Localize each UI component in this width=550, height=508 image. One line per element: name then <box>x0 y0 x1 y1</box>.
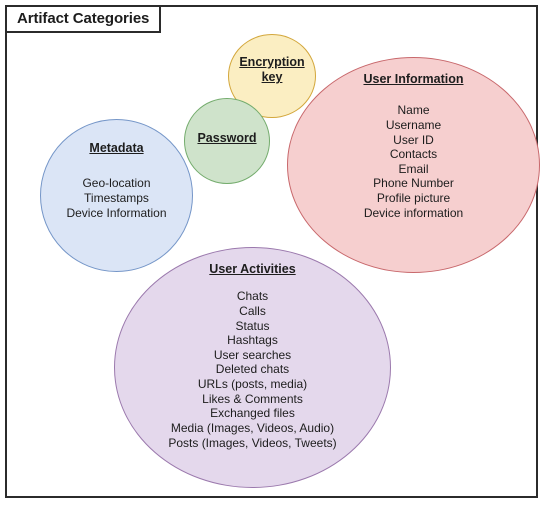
list-item: Contacts <box>389 147 438 162</box>
bubble-user-activities-items: Chats Calls Status Hashtags User searche… <box>168 289 336 450</box>
list-item: Profile picture <box>376 191 451 205</box>
bubble-user-information: User Information Name Username User ID C… <box>287 57 540 273</box>
list-item: Likes & Comments <box>202 391 303 406</box>
list-item: Deleted chats <box>215 362 290 377</box>
list-item: Geo-location <box>82 176 151 191</box>
bubble-user-activities: User Activities Chats Calls Status Hasht… <box>114 247 391 488</box>
list-item: Email <box>398 161 429 176</box>
bubble-metadata-heading: Metadata <box>89 141 144 155</box>
list-item: Calls <box>239 303 266 318</box>
diagram-title-box: Artifact Categories <box>5 5 162 33</box>
list-item: Phone Number <box>373 176 454 191</box>
list-item: Exchanged files <box>210 406 295 421</box>
list-item: Timestamps <box>84 190 149 205</box>
list-item: Device Information <box>66 205 167 220</box>
page-title: Artifact Categories <box>17 10 150 27</box>
bubble-metadata-items: Geo-location Timestamps Device Informati… <box>66 176 166 220</box>
list-item: Username <box>385 117 442 132</box>
bubble-password-heading: Password <box>197 131 257 145</box>
list-item: User searches <box>213 347 292 362</box>
bubble-user-information-heading: User Information <box>363 72 464 86</box>
list-item: Status <box>235 318 270 333</box>
heading-line-2: key <box>261 70 283 85</box>
bubble-user-activities-heading: User Activities <box>209 262 296 276</box>
list-item: Name <box>397 103 430 118</box>
list-item: Media (Images, Videos, Audio) <box>170 420 335 435</box>
diagram-frame: Metadata Geo-location Timestamps Device … <box>5 5 540 498</box>
list-item: Device information <box>363 205 464 220</box>
list-item: User ID <box>393 132 434 147</box>
bubble-password: Password <box>184 98 270 184</box>
bubble-encryption-key-heading: Encryption key <box>239 55 304 86</box>
list-item: Hashtags <box>227 333 278 348</box>
heading-line-1: Encryption <box>239 55 305 69</box>
bubble-metadata: Metadata Geo-location Timestamps Device … <box>40 119 193 272</box>
list-item: Chats <box>236 289 269 304</box>
list-item: URLs (posts, media) <box>197 377 308 391</box>
bubble-user-information-items: Name Username User ID Contacts Email Pho… <box>364 103 463 220</box>
list-item: Posts (Images, Videos, Tweets) <box>168 435 337 450</box>
